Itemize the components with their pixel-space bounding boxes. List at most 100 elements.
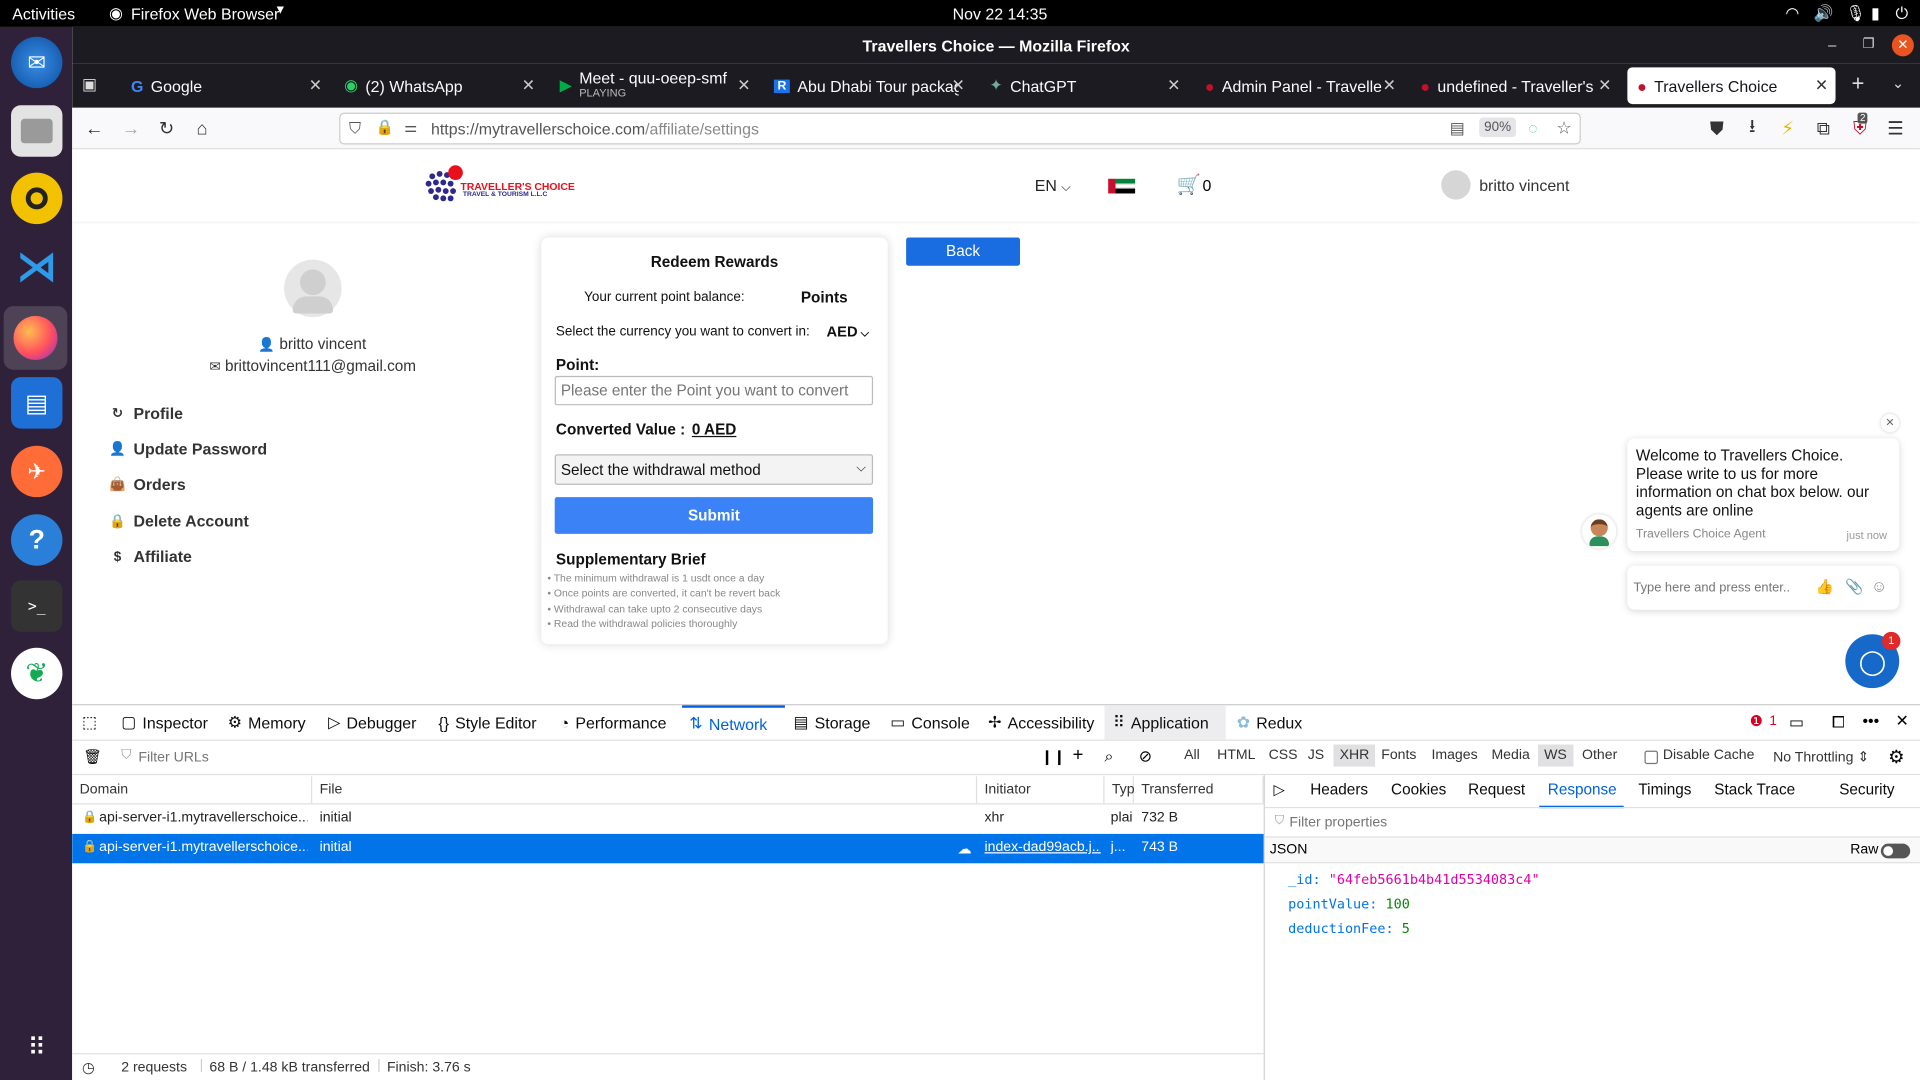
filter-ws[interactable]: WS <box>1537 744 1573 767</box>
close-tab-icon[interactable]: ✕ <box>1383 76 1396 96</box>
url-bar[interactable]: ⛉ 🔒 ⚌ https://mytravellerschoice.com/aff… <box>339 112 1581 145</box>
close-tab-icon[interactable]: ✕ <box>309 76 322 96</box>
close-tab-icon[interactable]: ✕ <box>1815 76 1828 96</box>
reload-icon[interactable]: ↻ <box>154 116 178 140</box>
more-options-icon[interactable]: ••• <box>1862 711 1879 729</box>
search-icon[interactable]: ⌕ <box>1104 747 1113 767</box>
pocket-icon[interactable]: ⛊ <box>1705 116 1729 140</box>
tab-inspector[interactable]: ▢ Inspector <box>121 705 208 739</box>
filter-properties-input[interactable] <box>1289 811 1657 834</box>
disable-cache-label[interactable]: Disable Cache <box>1663 748 1755 763</box>
filter-css[interactable]: CSS <box>1269 748 1298 763</box>
sidebar-item-delete-account[interactable]: 🔒 Delete Account <box>109 512 249 530</box>
extension-bolt-icon[interactable]: ⚡ <box>1776 116 1800 140</box>
emoji-icon[interactable]: ☺ <box>1871 577 1887 595</box>
sidebar-item-update-password[interactable]: 👤 Update Password <box>109 440 267 458</box>
filter-fonts[interactable]: Fonts <box>1381 748 1416 763</box>
tab-travellers-choice[interactable]: ● Travellers Choice ✕ <box>1627 67 1836 105</box>
reader-view-icon[interactable]: ▤ <box>1450 119 1465 139</box>
tab-debugger[interactable]: ▷ Debugger <box>328 705 416 739</box>
filter-all[interactable]: All <box>1184 748 1200 763</box>
tab-google[interactable]: G Google ✕ <box>121 67 329 104</box>
tab-style-editor[interactable]: {} Style Editor <box>438 705 536 739</box>
tab-cookies[interactable]: Cookies <box>1391 781 1446 798</box>
filter-html[interactable]: HTML <box>1217 748 1255 763</box>
uae-flag-icon[interactable] <box>1108 178 1136 194</box>
extension-icon[interactable]: ◌ <box>1528 119 1537 137</box>
wifi-icon[interactable]: ◠ <box>1785 4 1799 24</box>
sidebar-item-orders[interactable]: 👜 Orders <box>109 475 186 493</box>
battery-icon[interactable]: ▮ <box>1871 4 1880 24</box>
clock[interactable]: Nov 22 14:35 <box>953 5 1048 23</box>
table-row[interactable]: 🔒 api-server-i1.mytravellerschoice.... i… <box>72 804 1263 833</box>
zoom-level[interactable]: 90% <box>1479 117 1516 138</box>
permissions-icon[interactable]: ⚌ <box>404 119 417 136</box>
tab-memory[interactable]: ⚙ Memory <box>228 705 306 739</box>
tab-storage[interactable]: ▤ Storage <box>793 705 870 739</box>
filter-media[interactable]: Media <box>1491 748 1529 763</box>
filter-images[interactable]: Images <box>1431 748 1477 763</box>
thunderbird-icon[interactable]: ✉ <box>11 36 63 89</box>
toggle-sidebar-icon[interactable]: ▷ <box>1273 781 1284 798</box>
filter-js[interactable]: JS <box>1308 748 1324 763</box>
col-initiator[interactable]: Initiator <box>977 776 1105 804</box>
tab-stack-trace[interactable]: Stack Trace <box>1714 781 1795 798</box>
close-window-icon[interactable]: ✕ <box>1891 34 1914 57</box>
tab-response[interactable]: Response <box>1548 781 1617 798</box>
pause-icon[interactable]: ❙❙ <box>1041 748 1066 765</box>
tab-admin-panel[interactable]: ● Admin Panel - Travellers ✕ <box>1195 67 1403 104</box>
add-request-icon[interactable]: + <box>1073 744 1084 765</box>
files-icon[interactable] <box>11 105 63 157</box>
currency-select[interactable]: AED ⌵ <box>827 323 869 340</box>
minimize-icon[interactable]: – <box>1828 37 1836 54</box>
tab-list-icon[interactable]: ▣ <box>82 75 97 95</box>
close-tab-icon[interactable]: ✕ <box>952 76 965 96</box>
power-icon[interactable]: ⏻ <box>1896 4 1909 24</box>
dock-side-icon[interactable]: ⧠ <box>1832 713 1845 733</box>
app-menu[interactable]: Firefox Web Browser <box>131 5 279 23</box>
tab-whatsapp[interactable]: ◉ (2) WhatsApp ✕ <box>334 67 542 104</box>
libreoffice-writer-icon[interactable]: ▤ <box>11 377 63 429</box>
bookmark-star-icon[interactable]: ☆ <box>1556 118 1571 139</box>
site-logo[interactable]: TRAVELLER'S CHOICE TRAVEL & TOURISM L.L.… <box>422 164 581 206</box>
forward-arrow-icon[interactable]: → <box>119 116 143 140</box>
show-apps-icon[interactable]: ⠿ <box>11 1021 62 1072</box>
submit-button[interactable]: Submit <box>554 497 874 534</box>
filter-xhr[interactable]: XHR <box>1333 744 1376 767</box>
raw-toggle[interactable] <box>1880 843 1911 859</box>
trash-icon[interactable]: 🗑 <box>83 748 102 765</box>
volume-icon[interactable]: 🔊 <box>1813 4 1833 24</box>
tab-performance[interactable]: ◔ Performance <box>560 705 667 739</box>
tab-redux[interactable]: ✿ Redux <box>1237 705 1302 739</box>
error-icon[interactable]: ❶ <box>1750 713 1763 730</box>
tab-headers[interactable]: Headers <box>1310 781 1368 798</box>
chat-input[interactable] <box>1633 576 1805 599</box>
language-selector[interactable]: EN ⌵ <box>1035 176 1071 194</box>
new-tab-icon[interactable]: + <box>1851 71 1864 97</box>
extensions-icon[interactable]: ⧉ <box>1811 116 1835 140</box>
terminal-icon[interactable]: >_ <box>11 580 63 632</box>
sidebar-item-profile[interactable]: ↻ Profile <box>109 404 183 422</box>
attachment-icon[interactable]: 📎 <box>1845 578 1863 595</box>
downloads-icon[interactable]: ⭳ <box>1740 116 1764 140</box>
sidebar-item-affiliate[interactable]: $ Affiliate <box>109 547 192 565</box>
tab-accessibility[interactable]: ✢ Accessibility <box>988 705 1094 739</box>
close-tab-icon[interactable]: ✕ <box>737 76 750 96</box>
tab-abu-dhabi[interactable]: R Abu Dhabi Tour package ✕ <box>764 67 972 104</box>
tab-timings[interactable]: Timings <box>1638 781 1691 798</box>
thumbs-up-icon[interactable]: 👍 <box>1816 578 1834 595</box>
table-row-selected[interactable]: 🔒 api-server-i1.mytravellerschoice.... i… <box>72 833 1264 864</box>
block-icon[interactable]: ⊘ <box>1139 747 1152 767</box>
tracking-shield-icon[interactable]: ⛉ <box>349 119 361 139</box>
point-input[interactable] <box>554 375 874 406</box>
back-arrow-icon[interactable]: ← <box>82 116 106 140</box>
close-tab-icon[interactable]: ✕ <box>1598 76 1611 96</box>
throttling-select[interactable]: No Throttling ⇕ <box>1773 748 1869 766</box>
element-picker-icon[interactable]: ⬚ <box>82 713 97 733</box>
tab-chatgpt[interactable]: ✦ ChatGPT ✕ <box>980 67 1188 104</box>
close-tab-icon[interactable]: ✕ <box>1167 76 1180 96</box>
performance-analysis-icon[interactable]: ◷ <box>82 1059 95 1076</box>
close-chat-icon[interactable]: ✕ <box>1880 413 1900 433</box>
settings-gear-icon[interactable]: ⚙ <box>1888 746 1904 768</box>
withdrawal-method-select[interactable]: Select the withdrawal method ⌵ <box>554 454 874 485</box>
